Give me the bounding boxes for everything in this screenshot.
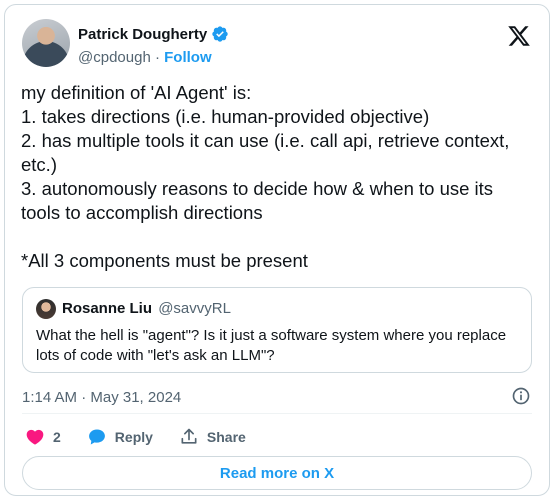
action-bar: 2 Reply Share (25, 427, 246, 447)
author-name-row: Patrick Dougherty (78, 25, 229, 43)
author-handle[interactable]: @cpdough (78, 49, 151, 66)
like-count: 2 (53, 429, 61, 445)
like-button[interactable]: 2 (25, 427, 61, 447)
author-handle-row: @cpdough · Follow (78, 49, 212, 66)
share-label: Share (206, 429, 246, 445)
follow-button[interactable]: Follow (164, 49, 212, 66)
quoted-author-row: Rosanne Liu @savvyRL (62, 300, 231, 317)
divider (22, 413, 532, 414)
tweet-card: Patrick Dougherty @cpdough · Follow my d… (4, 4, 550, 496)
tweet-text: my definition of 'AI Agent' is: 1. takes… (21, 82, 510, 271)
share-icon (181, 428, 197, 444)
verified-badge-icon (212, 26, 228, 42)
quoted-tweet-text: What the hell is "agent"? Is it just a s… (36, 327, 507, 364)
quoted-author-name: Rosanne Liu (62, 300, 153, 317)
tweet-timestamp[interactable]: 1:14 AM · May 31, 2024 (22, 389, 181, 406)
read-more-button[interactable]: Read more on X (22, 456, 532, 490)
separator-dot: · (154, 49, 160, 66)
heart-icon (26, 429, 44, 445)
reply-label: Reply (114, 429, 153, 445)
reply-bubble-icon (88, 429, 105, 445)
x-logo-icon[interactable] (507, 24, 531, 48)
share-button[interactable]: Share (179, 427, 246, 447)
quoted-tweet[interactable]: Rosanne Liu @savvyRL What the hell is "a… (22, 287, 532, 373)
quoted-author-handle: @savvyRL (158, 300, 231, 317)
quoted-author-avatar (36, 299, 56, 319)
info-icon[interactable] (511, 386, 531, 406)
reply-button[interactable]: Reply (87, 427, 153, 447)
author-avatar[interactable] (22, 19, 70, 67)
author-name[interactable]: Patrick Dougherty (78, 26, 207, 43)
